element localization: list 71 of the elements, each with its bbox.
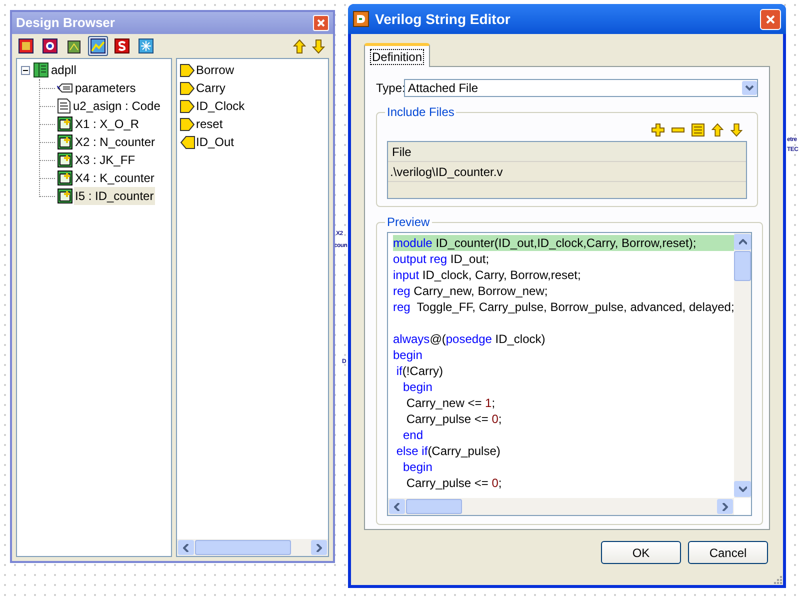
- dotted-chip-icon[interactable]: [40, 36, 60, 56]
- code-line: if(!Carry): [395, 363, 444, 379]
- code-line: output reg ID_out;: [393, 251, 490, 267]
- tree-item[interactable]: I5 : ID_counter: [74, 187, 155, 205]
- document-icon: [57, 98, 71, 114]
- block-icon: [57, 152, 73, 168]
- code-line: Carry_pulse <= 0;: [405, 475, 503, 491]
- letter-s-icon[interactable]: [112, 36, 132, 56]
- block-icon: [57, 188, 73, 204]
- tree-item[interactable]: X2 : N_counter: [74, 133, 156, 151]
- panel-title: Design Browser: [16, 14, 115, 32]
- code-line: end: [402, 427, 424, 443]
- type-dropdown[interactable]: Attached File: [404, 79, 758, 97]
- book-icon: [33, 62, 49, 78]
- horizontal-scrollbar[interactable]: [177, 539, 328, 556]
- vertical-scrollbar[interactable]: [734, 233, 752, 498]
- up-arrow-icon[interactable]: [293, 38, 306, 54]
- port-label[interactable]: Carry: [196, 79, 226, 97]
- code-line: else if(Carry_pulse): [395, 443, 502, 459]
- list-icon[interactable]: [691, 123, 705, 137]
- close-icon[interactable]: [316, 18, 326, 28]
- close-button[interactable]: [760, 8, 781, 30]
- input-port-icon: [180, 64, 195, 76]
- down-arrow-icon[interactable]: [730, 123, 743, 137]
- scrollbar-thumb[interactable]: [734, 251, 752, 281]
- code-line: begin: [402, 379, 434, 395]
- block-icon: [57, 134, 73, 150]
- tree-item[interactable]: adpll: [50, 61, 78, 79]
- tree-item[interactable]: parameters: [74, 79, 137, 97]
- code-line: reg Toggle_FF, Carry_pulse, Borrow_pulse, advanced, delayed;: [393, 299, 734, 315]
- block-icon: [57, 116, 73, 132]
- code-line: begin: [393, 347, 424, 363]
- port-label[interactable]: ID_Out: [196, 133, 234, 151]
- up-arrow-icon[interactable]: [711, 123, 724, 137]
- app-icon: [353, 11, 369, 27]
- resize-grip-icon[interactable]: [772, 574, 782, 584]
- tree-item[interactable]: X3 : JK_FF: [74, 151, 136, 169]
- port-label[interactable]: ID_Clock: [196, 97, 245, 115]
- plus-icon[interactable]: [651, 123, 665, 137]
- tree-item[interactable]: X4 : K_counter: [74, 169, 156, 187]
- collapse-toggle-icon[interactable]: [21, 66, 30, 74]
- cancel-button[interactable]: Cancel: [688, 541, 768, 564]
- code-line: begin: [402, 459, 434, 475]
- scrollbar-thumb[interactable]: [195, 540, 291, 555]
- grid-chip-icon[interactable]: [16, 36, 36, 56]
- input-port-icon: [180, 118, 195, 130]
- horizontal-scrollbar[interactable]: [388, 498, 734, 515]
- port-label[interactable]: Borrow: [196, 61, 234, 79]
- group-title: Include Files: [386, 104, 456, 121]
- waveform-icon[interactable]: [88, 36, 108, 56]
- tree-item[interactable]: u2_asign : Code: [72, 97, 162, 115]
- input-port-icon: [180, 100, 195, 112]
- input-port-icon: [180, 82, 195, 94]
- code-line: always@(posedge ID_clock): [393, 331, 546, 347]
- code-line: Carry_pulse <= 0;: [405, 411, 503, 427]
- dialog-title: Verilog String Editor: [375, 10, 510, 29]
- port-label[interactable]: reset: [196, 115, 223, 133]
- star-grid-icon[interactable]: [136, 36, 156, 56]
- tab[interactable]: Definition: [364, 43, 430, 67]
- code-line: input ID_clock, Carry, Borrow,reset;: [393, 267, 582, 283]
- scrollbar-thumb[interactable]: [406, 499, 462, 514]
- group-title: Preview: [386, 214, 431, 231]
- code-line: reg Carry_new, Borrow_new;: [393, 283, 549, 299]
- output-port-icon: [180, 136, 195, 148]
- close-icon[interactable]: [765, 14, 776, 24]
- close-button[interactable]: [313, 15, 329, 31]
- tree-item[interactable]: X1 : X_O_R: [74, 115, 140, 133]
- ok-button[interactable]: OK: [601, 541, 681, 564]
- block-icon: [57, 170, 73, 186]
- code-line: Carry_new <= 1;: [405, 395, 496, 411]
- down-arrow-icon[interactable]: [312, 38, 325, 54]
